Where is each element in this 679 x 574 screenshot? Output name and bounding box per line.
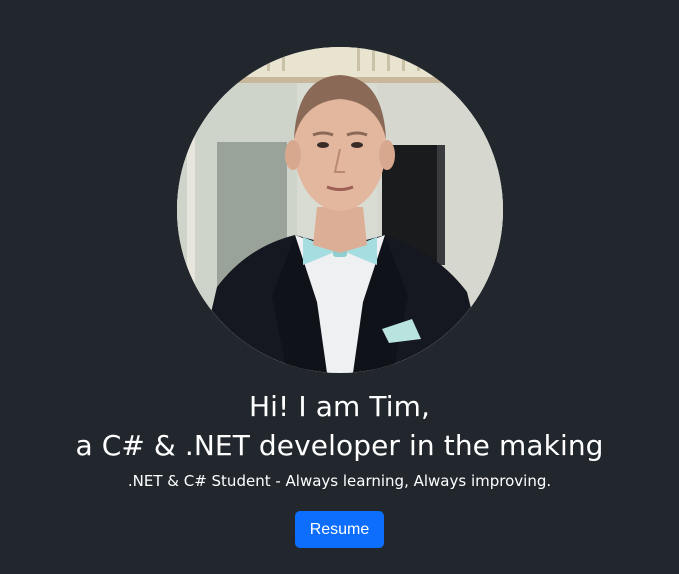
avatar xyxy=(176,47,503,373)
resume-button[interactable]: Resume xyxy=(295,511,384,548)
greeting-line: Hi! I am Tim, xyxy=(249,390,430,423)
profile-photo xyxy=(176,47,503,373)
subtitle: .NET & C# Student - Always learning, Alw… xyxy=(127,472,552,490)
hero-section: Hi! I am Tim, a C# & .NET developer in t… xyxy=(0,0,679,574)
page-title: Hi! I am Tim, a C# & .NET developer in t… xyxy=(75,387,603,465)
tagline-line: a C# & .NET developer in the making xyxy=(75,429,604,462)
